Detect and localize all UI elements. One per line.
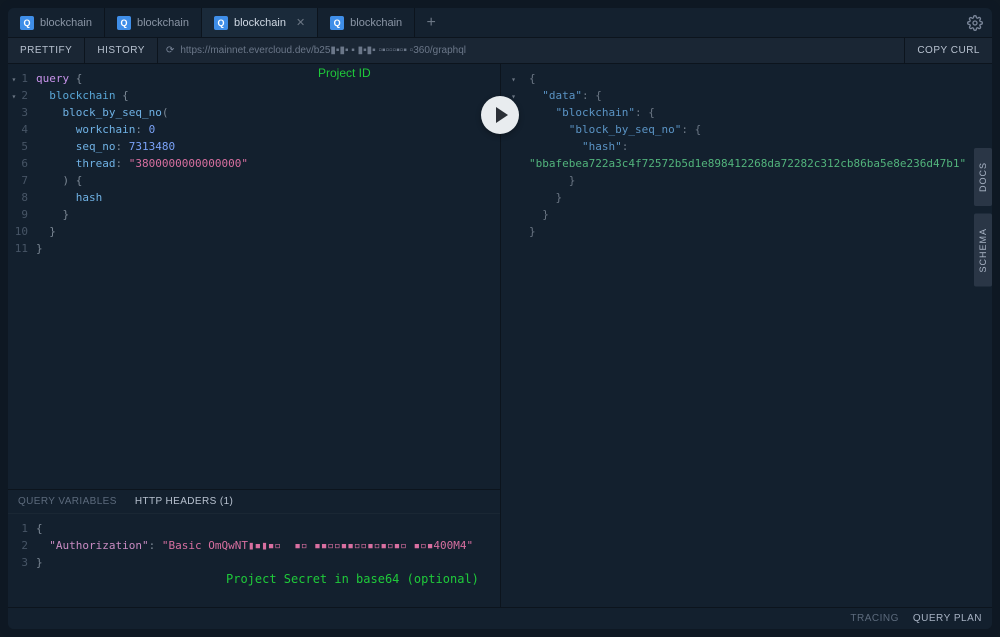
line-number: 1 <box>8 520 28 537</box>
code-line[interactable]: } <box>36 206 500 223</box>
query-plan-toggle[interactable]: QUERY PLAN <box>913 613 982 624</box>
query-badge-icon: Q <box>20 16 34 30</box>
tab-blockchain[interactable]: Qblockchain ✕ <box>202 8 318 37</box>
code-line[interactable]: hash <box>36 189 500 206</box>
prettify-button[interactable]: PRETTIFY <box>8 38 85 63</box>
graphql-playground-window: QblockchainQblockchainQblockchain✕Qblock… <box>8 8 992 629</box>
code-line[interactable]: } <box>529 223 992 240</box>
line-number <box>501 70 521 87</box>
endpoint-url-text: https://mainnet.evercloud.dev/b25▮▪▮▪ ▪ … <box>180 45 466 56</box>
footer-bar: TRACING QUERY PLAN <box>8 607 992 629</box>
code-line[interactable]: } <box>529 172 992 189</box>
code-line[interactable]: { <box>36 520 500 537</box>
code-line[interactable]: "data": { <box>529 87 992 104</box>
result-pane: { "data": { "blockchain": { "block_by_se… <box>500 64 992 607</box>
code-line[interactable]: { <box>529 70 992 87</box>
line-number: 10 <box>8 223 28 240</box>
query-editor[interactable]: 1234567891011 query { blockchain { block… <box>8 64 500 489</box>
code-line[interactable]: "Authorization": "Basic OmQwNT▮▪▮▪▫ ▪▫ ▪… <box>36 537 500 554</box>
history-button[interactable]: HISTORY <box>85 38 158 63</box>
side-rail: DOCS SCHEMA <box>974 148 992 287</box>
query-badge-icon: Q <box>330 16 344 30</box>
query-badge-icon: Q <box>117 16 131 30</box>
add-tab-button[interactable]: + <box>415 8 447 37</box>
copy-curl-button[interactable]: COPY CURL <box>904 38 992 63</box>
close-icon[interactable]: ✕ <box>296 16 305 29</box>
code-line[interactable]: } <box>529 206 992 223</box>
execute-query-button[interactable] <box>481 96 519 134</box>
result-viewer[interactable]: { "data": { "blockchain": { "block_by_se… <box>501 64 992 240</box>
line-number: 11 <box>8 240 28 257</box>
line-number <box>501 189 521 206</box>
code-line[interactable]: "bbafebea722a3c4f72572b5d1e898412268da72… <box>529 155 992 172</box>
code-line[interactable]: blockchain { <box>36 87 500 104</box>
line-number <box>501 223 521 240</box>
line-number: 1 <box>8 70 28 87</box>
bottom-tabs: QUERY VARIABLES HTTP HEADERS (1) <box>8 490 500 514</box>
line-number: 2 <box>8 87 28 104</box>
code-line[interactable]: "blockchain": { <box>529 104 992 121</box>
tab-blockchain[interactable]: Qblockchain <box>105 8 202 37</box>
line-number: 2 <box>8 537 28 554</box>
headers-editor[interactable]: 123 { "Authorization": "Basic OmQwNT▮▪▮▪… <box>8 514 500 607</box>
main-split: 1234567891011 query { blockchain { block… <box>8 64 992 607</box>
query-badge-icon: Q <box>214 16 228 30</box>
line-number <box>501 172 521 189</box>
tab-bar: QblockchainQblockchainQblockchain✕Qblock… <box>8 8 992 38</box>
code-line[interactable]: } <box>36 554 500 571</box>
tracing-toggle[interactable]: TRACING <box>850 613 899 624</box>
line-number <box>501 138 521 155</box>
annotation-project-secret: Project Secret in base64 (optional) <box>36 571 500 588</box>
tab-label: blockchain <box>137 17 189 29</box>
code-line[interactable]: ) { <box>36 172 500 189</box>
reload-icon[interactable]: ⟳ <box>166 45 174 56</box>
code-line[interactable]: thread: "3800000000000000" <box>36 155 500 172</box>
code-line[interactable]: } <box>529 189 992 206</box>
line-number <box>501 206 521 223</box>
tab-http-headers[interactable]: HTTP HEADERS (1) <box>135 496 233 507</box>
line-number <box>501 155 521 172</box>
line-number: 6 <box>8 155 28 172</box>
code-line[interactable]: } <box>36 240 500 257</box>
tab-label: blockchain <box>40 17 92 29</box>
code-line[interactable]: block_by_seq_no( <box>36 104 500 121</box>
line-number: 8 <box>8 189 28 206</box>
tab-label: blockchain <box>234 17 286 29</box>
settings-gear-icon[interactable] <box>958 8 992 37</box>
tab-query-variables[interactable]: QUERY VARIABLES <box>18 496 117 507</box>
bottom-panel: QUERY VARIABLES HTTP HEADERS (1) 123 { "… <box>8 489 500 607</box>
tab-blockchain[interactable]: Qblockchain <box>318 8 415 37</box>
code-line[interactable]: workchain: 0 <box>36 121 500 138</box>
line-number: 9 <box>8 206 28 223</box>
line-number: 7 <box>8 172 28 189</box>
endpoint-url-input[interactable]: ⟳ https://mainnet.evercloud.dev/b25▮▪▮▪ … <box>158 38 904 63</box>
line-number: 3 <box>8 104 28 121</box>
code-line[interactable]: seq_no: 7313480 <box>36 138 500 155</box>
code-line[interactable]: "block_by_seq_no": { <box>529 121 992 138</box>
code-line[interactable]: "hash": <box>529 138 992 155</box>
line-number: 5 <box>8 138 28 155</box>
query-pane: 1234567891011 query { blockchain { block… <box>8 64 500 607</box>
code-line[interactable]: } <box>36 223 500 240</box>
schema-tab[interactable]: SCHEMA <box>974 214 992 287</box>
code-line[interactable]: query { <box>36 70 500 87</box>
tab-blockchain[interactable]: Qblockchain <box>8 8 105 37</box>
toolbar: PRETTIFY HISTORY ⟳ https://mainnet.everc… <box>8 38 992 64</box>
tab-label: blockchain <box>350 17 402 29</box>
docs-tab[interactable]: DOCS <box>974 148 992 206</box>
line-number: 4 <box>8 121 28 138</box>
line-number: 3 <box>8 554 28 571</box>
